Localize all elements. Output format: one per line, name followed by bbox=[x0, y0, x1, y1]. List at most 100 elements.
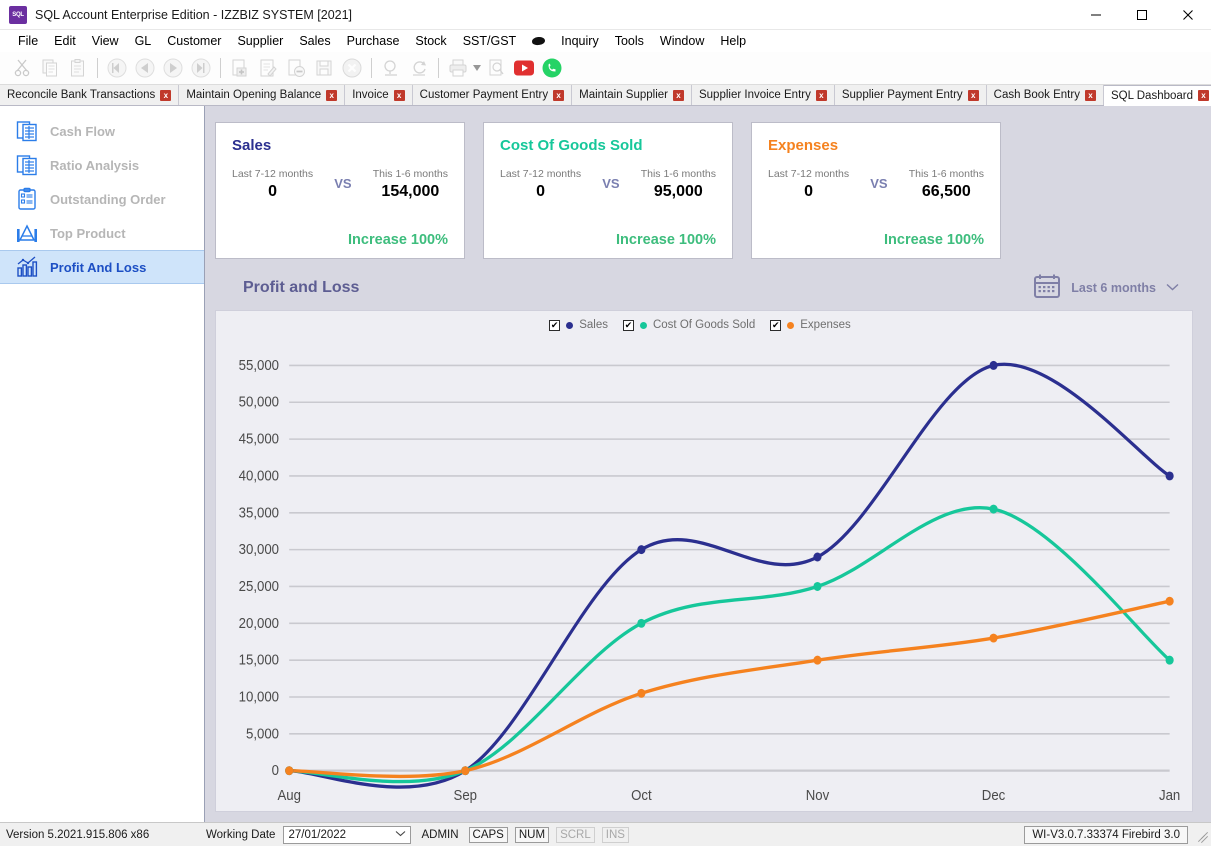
tab-sql-dashboard[interactable]: SQL Dashboard x bbox=[1103, 85, 1211, 106]
menu-gl[interactable]: GL bbox=[127, 32, 160, 50]
menu-sales[interactable]: Sales bbox=[291, 32, 338, 50]
kpi-comparison: Last 7-12 months 0 VS This 1-6 months 66… bbox=[768, 168, 984, 201]
tab-maintain-supplier[interactable]: Maintain Supplier x bbox=[572, 85, 692, 105]
refresh-icon[interactable] bbox=[405, 54, 433, 82]
sidebar-item-outstanding-order[interactable]: Outstanding Order bbox=[0, 182, 204, 216]
legend-item-cost-of-goods-sold[interactable]: ✔ Cost Of Goods Sold bbox=[622, 319, 755, 331]
series-point[interactable] bbox=[637, 618, 646, 628]
tab-cash-book-entry[interactable]: Cash Book Entry x bbox=[986, 85, 1104, 105]
tab-close-icon[interactable]: x bbox=[1198, 90, 1210, 101]
series-point[interactable] bbox=[461, 766, 470, 776]
series-point[interactable] bbox=[813, 655, 822, 665]
cut-icon[interactable] bbox=[8, 54, 36, 82]
cancel-record-icon[interactable] bbox=[338, 54, 366, 82]
paste-icon[interactable] bbox=[64, 54, 92, 82]
menu-edit[interactable]: Edit bbox=[46, 32, 84, 50]
sidebar-item-ratio-analysis[interactable]: Ratio Analysis bbox=[0, 148, 204, 182]
menu-supplier[interactable]: Supplier bbox=[229, 32, 291, 50]
series-point[interactable] bbox=[989, 633, 998, 643]
series-point[interactable] bbox=[637, 545, 646, 555]
next-record-icon[interactable] bbox=[159, 54, 187, 82]
tab-close-icon[interactable]: x bbox=[393, 89, 405, 101]
edit-record-icon[interactable] bbox=[254, 54, 282, 82]
close-button[interactable] bbox=[1165, 0, 1211, 30]
save-record-icon[interactable] bbox=[310, 54, 338, 82]
series-point[interactable] bbox=[285, 766, 294, 776]
series-point[interactable] bbox=[813, 552, 822, 562]
date-range-picker[interactable]: Last 6 months bbox=[1033, 273, 1187, 302]
chevron-down-icon[interactable] bbox=[395, 830, 406, 839]
first-record-icon[interactable] bbox=[103, 54, 131, 82]
sidebar-item-profit-and-loss[interactable]: Profit And Loss bbox=[0, 250, 204, 284]
add-record-icon[interactable] bbox=[226, 54, 254, 82]
previous-record-icon[interactable] bbox=[131, 54, 159, 82]
tab-invoice[interactable]: Invoice x bbox=[345, 85, 413, 105]
minimize-button[interactable] bbox=[1073, 0, 1119, 30]
menu-blob-icon[interactable] bbox=[524, 35, 553, 47]
series-point[interactable] bbox=[813, 581, 822, 591]
tab-supplier-invoice-entry[interactable]: Supplier Invoice Entry x bbox=[691, 85, 835, 105]
series-point[interactable] bbox=[989, 504, 998, 514]
legend-checkbox-cost-of-goods-sold[interactable]: ✔ bbox=[622, 319, 634, 331]
working-date-input[interactable]: 27/01/2022 bbox=[283, 825, 412, 844]
youtube-icon[interactable] bbox=[510, 54, 538, 82]
legend-checkbox-sales[interactable]: ✔ bbox=[549, 319, 561, 331]
resize-grip[interactable] bbox=[1192, 827, 1209, 843]
tab-reconcile-bank-transactions[interactable]: Reconcile Bank Transactions x bbox=[0, 85, 180, 105]
tab-close-icon[interactable]: x bbox=[160, 89, 172, 101]
menu-file[interactable]: File bbox=[10, 32, 46, 50]
sidebar-item-label: Cash Flow bbox=[50, 123, 116, 139]
menu-stock[interactable]: Stock bbox=[407, 32, 454, 50]
tab-close-icon[interactable]: x bbox=[1084, 89, 1096, 101]
tab-maintain-opening-balance[interactable]: Maintain Opening Balance x bbox=[179, 85, 346, 105]
copy-icon[interactable] bbox=[36, 54, 64, 82]
y-axis-tick-label: 45,000 bbox=[239, 430, 280, 447]
application-window: SQL SQL Account Enterprise Edition - IZZ… bbox=[0, 0, 1211, 846]
series-point[interactable] bbox=[637, 688, 646, 698]
kpi-delta-badge: Increase 100% bbox=[884, 232, 984, 248]
print-icon[interactable] bbox=[444, 54, 472, 82]
dashboard-sidebar: Cash Flow Ratio Analysis Outstanding Ord… bbox=[0, 106, 205, 822]
version-label: Version 5.2021.915.806 x86 bbox=[6, 828, 150, 841]
tab-close-icon[interactable]: x bbox=[967, 89, 979, 101]
print-dropdown-caret-icon[interactable] bbox=[472, 56, 482, 80]
menu-customer[interactable]: Customer bbox=[159, 32, 229, 50]
y-axis-tick-label: 0 bbox=[272, 762, 280, 779]
menu-tools[interactable]: Tools bbox=[607, 32, 652, 50]
tab-supplier-payment-entry[interactable]: Supplier Payment Entry x bbox=[834, 85, 987, 105]
menu-view[interactable]: View bbox=[84, 32, 127, 50]
kpi-previous-period: Last 7-12 months 0 bbox=[500, 168, 581, 201]
tab-strip: Reconcile Bank Transactions x Maintain O… bbox=[0, 85, 1211, 106]
tab-customer-payment-entry[interactable]: Customer Payment Entry x bbox=[412, 85, 573, 105]
legend-color-dot-expenses bbox=[787, 321, 795, 329]
last-record-icon[interactable] bbox=[187, 54, 215, 82]
series-point[interactable] bbox=[1165, 471, 1174, 481]
print-preview-icon[interactable] bbox=[482, 54, 510, 82]
search-icon[interactable] bbox=[377, 54, 405, 82]
maximize-button[interactable] bbox=[1119, 0, 1165, 30]
tab-close-icon[interactable]: x bbox=[326, 89, 338, 101]
y-axis-tick-label: 30,000 bbox=[239, 540, 280, 557]
legend-checkbox-expenses[interactable]: ✔ bbox=[770, 319, 782, 331]
series-point[interactable] bbox=[1165, 596, 1174, 606]
kpi-previous-period: Last 7-12 months 0 bbox=[768, 168, 849, 201]
sidebar-item-top-product[interactable]: Top Product bbox=[0, 216, 204, 250]
menu-window[interactable]: Window bbox=[652, 32, 712, 50]
whatsapp-icon[interactable] bbox=[538, 54, 566, 82]
kpi-previous-label: Last 7-12 months bbox=[500, 168, 582, 180]
tab-close-icon[interactable]: x bbox=[815, 89, 827, 101]
series-point[interactable] bbox=[989, 360, 998, 370]
series-point[interactable] bbox=[1165, 655, 1174, 665]
menu-inquiry[interactable]: Inquiry bbox=[553, 32, 607, 50]
menu-purchase[interactable]: Purchase bbox=[339, 32, 408, 50]
legend-item-sales[interactable]: ✔ Sales bbox=[549, 319, 608, 331]
menu-help[interactable]: Help bbox=[712, 32, 754, 50]
tab-close-icon[interactable]: x bbox=[672, 89, 684, 101]
menu-sst-gst[interactable]: SST/GST bbox=[455, 32, 524, 50]
sidebar-item-cash-flow[interactable]: Cash Flow bbox=[0, 114, 204, 148]
legend-item-expenses[interactable]: ✔ Expenses bbox=[770, 319, 851, 331]
delete-record-icon[interactable] bbox=[282, 54, 310, 82]
chevron-down-icon[interactable] bbox=[1166, 282, 1179, 294]
current-user-label: ADMIN bbox=[421, 828, 459, 841]
tab-close-icon[interactable]: x bbox=[553, 89, 565, 101]
